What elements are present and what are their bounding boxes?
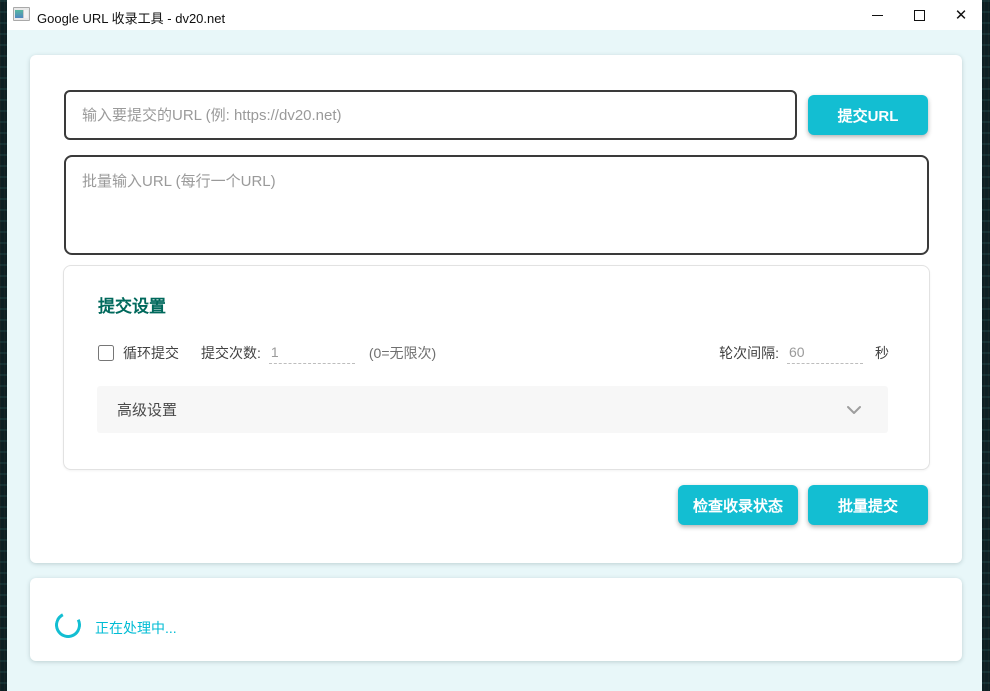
batch-submit-button[interactable]: 批量提交 (808, 485, 928, 525)
loop-submit-checkbox[interactable] (98, 345, 114, 361)
interval-label: 轮次间隔: (719, 343, 779, 363)
minimize-icon (872, 15, 883, 16)
titlebar: Google URL 收录工具 - dv20.net ✕ (7, 0, 982, 30)
close-icon: ✕ (955, 6, 968, 24)
minimize-button[interactable] (856, 0, 898, 30)
settings-panel: 提交设置 循环提交 提交次数: (0=无限次) 轮次间隔: 秒 高级设置 (63, 265, 930, 470)
close-button[interactable]: ✕ (940, 0, 982, 30)
submit-count-input[interactable] (269, 342, 355, 364)
submit-count-label: 提交次数: (201, 343, 261, 363)
settings-title: 提交设置 (98, 292, 166, 317)
batch-url-textarea[interactable] (64, 155, 929, 255)
advanced-settings-expander[interactable]: 高级设置 (97, 386, 888, 433)
app-icon (13, 7, 30, 21)
check-index-status-button[interactable]: 检查收录状态 (678, 485, 798, 525)
processing-status-text: 正在处理中... (95, 618, 177, 638)
app-window: Google URL 收录工具 - dv20.net ✕ 提交URL 提交设置 … (7, 0, 982, 691)
main-panel: 提交URL 提交设置 循环提交 提交次数: (0=无限次) 轮次间隔: 秒 高级… (30, 55, 962, 563)
status-panel: 正在处理中... (30, 578, 962, 661)
interval-group: 轮次间隔: 秒 (719, 342, 889, 364)
submit-count-hint: (0=无限次) (369, 343, 436, 363)
interval-input[interactable] (787, 342, 863, 364)
advanced-settings-label: 高级设置 (117, 399, 177, 420)
loading-spinner-icon (52, 609, 85, 642)
maximize-icon (914, 10, 925, 21)
loop-submit-label: 循环提交 (123, 343, 179, 363)
window-title: Google URL 收录工具 - dv20.net (37, 8, 225, 27)
interval-unit-label: 秒 (875, 343, 889, 363)
settings-row: 循环提交 提交次数: (0=无限次) 轮次间隔: 秒 (98, 340, 889, 366)
window-controls: ✕ (856, 0, 982, 30)
url-input[interactable] (64, 90, 797, 140)
chevron-down-icon (846, 405, 862, 415)
maximize-button[interactable] (898, 0, 940, 30)
submit-url-button[interactable]: 提交URL (808, 95, 928, 135)
